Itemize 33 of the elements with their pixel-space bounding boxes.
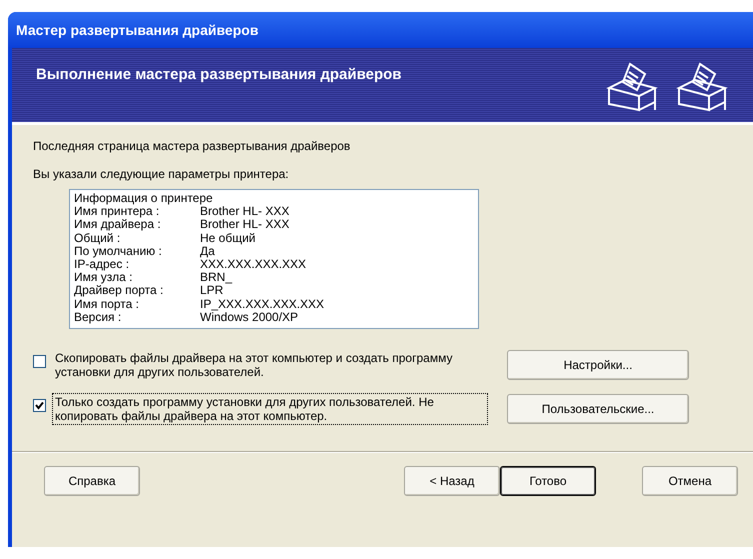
checkbox[interactable] [33,399,46,412]
summary-heading: Информация о принтере [74,192,214,206]
summary-key: Имя порта : [74,298,200,311]
option-label[interactable]: Только создать программу установки для других пользователей. Не копировать файлы драйвера на этот компьютер. [52,393,488,425]
summary-value: Да [200,244,216,258]
summary-value: LPR [200,284,224,298]
summary-key: Версия : [74,310,200,324]
option-button[interactable]: Настройки... [507,350,689,380]
summary-value: XXX.XXX.XXX.XXX [200,258,308,272]
summary-key: Имя драйвера : [74,218,200,232]
dialog-button[interactable]: Готово [500,466,596,496]
summary-value: Brother HL- XXX [200,218,290,232]
summary-label: Вы указали следующие параметры принтера: [33,167,290,181]
summary-key: IP-адрес : [74,258,200,272]
summary-value: IP_XXX.XXX.XXX.XXX [200,298,326,311]
dialog-button[interactable]: Справка [44,466,140,496]
summary-value: BRN_ [200,271,234,284]
summary-key: Имя принтера : [74,205,200,218]
dialog-button[interactable]: Отмена [642,466,738,496]
summary-value: Brother HL- XXX [200,205,290,218]
summary-key: Общий : [74,232,200,245]
summary-key: Имя узла : [74,271,200,284]
summary-value: Windows 2000/XP [200,310,298,324]
option-button[interactable]: Пользовательские... [507,394,689,424]
summary-key: По умолчанию : [74,244,200,258]
intro-text: Последняя страница мастера развертывания драйверов [33,139,352,153]
header-title: Выполнение мастера развертывания драйверов [36,66,403,83]
option-label[interactable]: Скопировать файлы драйвера на этот компьютер и создать программу установки для других пользователей. [52,349,488,381]
checkbox[interactable] [33,355,46,368]
dialog-button[interactable]: < Назад [404,466,500,496]
summary-key: Драйвер порта : [74,284,200,298]
summary-value: Не общий [200,232,256,245]
window-title: Мастер развертывания драйверов [8,12,753,48]
